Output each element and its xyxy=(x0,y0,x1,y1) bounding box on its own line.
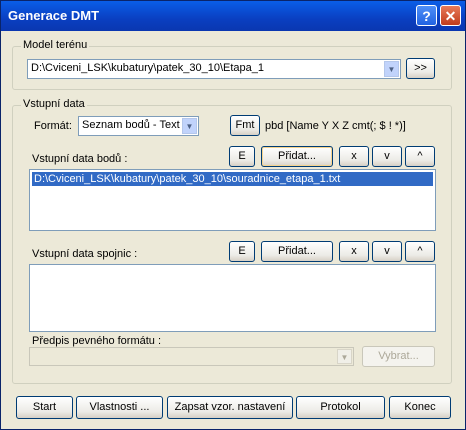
list-item[interactable]: D:\Cviceni_LSK\kubatury\patek_30_10\sour… xyxy=(32,172,433,186)
properties-button[interactable]: Vlastnosti ... xyxy=(76,396,163,419)
chevron-down-icon: ▼ xyxy=(337,349,352,364)
start-button[interactable]: Start xyxy=(16,396,73,419)
model-group-label: Model terénu xyxy=(21,39,90,51)
fmt-button[interactable]: Fmt xyxy=(230,115,260,136)
points-list[interactable]: D:\Cviceni_LSK\kubatury\patek_30_10\sour… xyxy=(29,169,436,231)
lines-remove-button[interactable]: x xyxy=(339,241,369,262)
points-move-up-button[interactable]: ^ xyxy=(405,146,435,167)
lines-move-up-button[interactable]: ^ xyxy=(405,241,435,262)
select-format-button: Vybrat... xyxy=(362,346,435,367)
model-browse-button[interactable]: >> xyxy=(406,58,435,79)
format-combo[interactable]: Seznam bodů - Text ▼ xyxy=(78,116,199,136)
help-button[interactable]: ? xyxy=(416,5,437,26)
lines-edit-button[interactable]: E xyxy=(229,241,255,262)
points-move-down-button[interactable]: v xyxy=(372,146,402,167)
fixed-format-combo: ▼ xyxy=(29,347,354,366)
protocol-button[interactable]: Protokol xyxy=(296,396,385,419)
lines-list[interactable] xyxy=(29,264,436,332)
fixed-format-label: Předpis pevného formátu : xyxy=(32,335,162,347)
chevron-down-icon[interactable]: ▼ xyxy=(182,118,197,134)
close-button[interactable]: ✕ xyxy=(440,5,461,26)
format-value: Seznam bodů - Text xyxy=(82,119,180,131)
lines-label: Vstupní data spojnic : xyxy=(32,248,138,260)
chevron-down-icon[interactable]: ▼ xyxy=(384,61,399,77)
format-label: Formát: xyxy=(34,120,72,132)
lines-move-down-button[interactable]: v xyxy=(372,241,402,262)
points-edit-button[interactable]: E xyxy=(229,146,255,167)
points-remove-button[interactable]: x xyxy=(339,146,369,167)
end-button[interactable]: Konec xyxy=(389,396,451,419)
dialog-window: Generace DMT ? ✕ Model terénu D:\Cviceni… xyxy=(0,0,466,430)
points-add-button[interactable]: Přidat... xyxy=(261,146,333,167)
title-bar[interactable]: Generace DMT ? ✕ xyxy=(1,1,465,31)
save-defaults-button[interactable]: Zapsat vzor. nastavení xyxy=(167,396,293,419)
format-description: pbd [Name Y X Z cmt(; $ ! *)] xyxy=(265,120,406,132)
input-group-label: Vstupní data xyxy=(21,98,87,110)
model-path-value: D:\Cviceni_LSK\kubatury\patek_30_10\Etap… xyxy=(31,62,264,74)
window-title: Generace DMT xyxy=(8,8,100,23)
points-label: Vstupní data bodů : xyxy=(32,153,128,165)
lines-add-button[interactable]: Přidat... xyxy=(261,241,333,262)
model-path-combo[interactable]: D:\Cviceni_LSK\kubatury\patek_30_10\Etap… xyxy=(27,59,401,79)
